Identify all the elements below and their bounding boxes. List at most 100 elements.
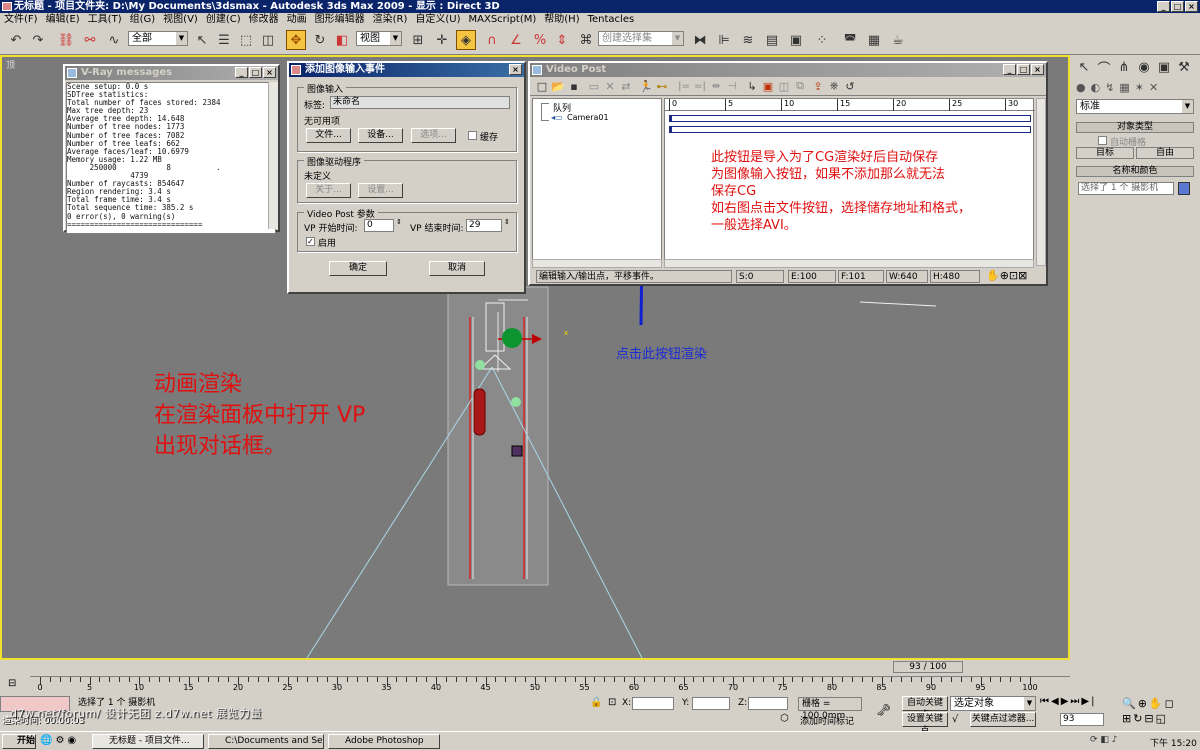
- vp-end-input[interactable]: 29: [466, 219, 502, 232]
- dialog-close-button[interactable]: ×: [509, 64, 522, 75]
- add-image-output-event-icon[interactable]: ⇪: [810, 78, 826, 94]
- name-color-rollout[interactable]: 名称和颜色: [1076, 166, 1194, 177]
- options-button[interactable]: 选项...: [411, 128, 456, 143]
- create-category-icons[interactable]: ●◐↯▦✶✕: [1076, 81, 1194, 94]
- selection-region-icon[interactable]: ⬚: [236, 30, 256, 50]
- free-camera-button[interactable]: 自由: [1136, 147, 1194, 159]
- track-vscrollbar[interactable]: [1036, 98, 1046, 266]
- track-bar-toggle-icon[interactable]: ⊟: [8, 678, 16, 689]
- menu-item-12[interactable]: 帮助(H): [540, 13, 583, 27]
- mirror-icon[interactable]: ⧓: [690, 30, 710, 50]
- lock-selection-icon[interactable]: 🔒: [590, 697, 602, 708]
- reference-coord-dropdown[interactable]: 视图: [356, 31, 402, 46]
- edit-named-sets-icon[interactable]: ⌘: [576, 30, 596, 50]
- menu-item-8[interactable]: 图形编辑器: [311, 13, 369, 27]
- taskbar-task[interactable]: C:\Documents and Settin...: [208, 734, 324, 749]
- vp-start-spinner[interactable]: ⇕: [396, 218, 402, 226]
- select-by-name-icon[interactable]: ☰: [214, 30, 234, 50]
- delete-event-icon[interactable]: ✕: [602, 78, 618, 94]
- make-same-size-icon[interactable]: ⇹: [708, 78, 724, 94]
- menu-item-0[interactable]: 文件(F): [0, 13, 42, 27]
- timeline-ruler[interactable]: 0 5 10 15 20 25 30 35 40 45 50 55 60 65 70 75 80 85 90 95 10…: [30, 676, 1070, 694]
- setup-button[interactable]: 设置...: [358, 183, 403, 198]
- queue-tree[interactable]: 队列 ◂▭ Camera01: [532, 98, 662, 266]
- render-teapot-icon[interactable]: ☕: [888, 30, 908, 50]
- track-hscrollbar[interactable]: [664, 259, 1034, 268]
- menu-item-2[interactable]: 工具(T): [84, 13, 126, 27]
- unlink-icon[interactable]: ⚯: [80, 30, 100, 50]
- event-label-input[interactable]: 未命名: [330, 96, 510, 109]
- redo-icon[interactable]: ↷: [28, 30, 48, 50]
- minimize-button[interactable]: _: [1157, 1, 1170, 12]
- add-external-event-icon[interactable]: ⎈: [826, 78, 842, 94]
- vp-start-input[interactable]: 0: [364, 219, 394, 232]
- auto-key-button[interactable]: 自动关键点: [902, 696, 948, 720]
- select-manipulate-icon[interactable]: ✛: [432, 30, 452, 50]
- add-image-input-event-icon[interactable]: ▣: [760, 78, 776, 94]
- add-time-tag[interactable]: 添加时间标记: [800, 714, 854, 727]
- auto-grid-checkbox[interactable]: [1098, 136, 1107, 145]
- time-slider[interactable]: 93 / 100: [893, 661, 963, 673]
- queue-hscrollbar[interactable]: [532, 259, 662, 268]
- object-category-dropdown[interactable]: 标准: [1076, 99, 1194, 114]
- vp-maximize-button[interactable]: □: [1017, 64, 1030, 75]
- link-icon[interactable]: ⛓: [56, 30, 76, 50]
- object-color-swatch[interactable]: [1178, 182, 1190, 195]
- align-right-icon[interactable]: =|: [692, 78, 708, 94]
- absolute-mode-icon[interactable]: ⊡: [608, 697, 616, 708]
- vray-window-title[interactable]: V-Ray messages _ □ ×: [65, 66, 278, 80]
- vray-log-scrollbar[interactable]: [268, 82, 278, 229]
- vp-minimize-button[interactable]: _: [1003, 64, 1016, 75]
- tray-icons[interactable]: ⟳ ◧ ♪: [1090, 735, 1118, 745]
- taskbar-task[interactable]: Adobe Photoshop: [328, 734, 440, 749]
- quick-launch-icons[interactable]: 🌐⚙◉: [40, 735, 79, 746]
- viewport-nav-icons[interactable]: 🔍⊕✋◻ ⊞↻⊟◱: [1122, 696, 1198, 728]
- add-image-filter-event-icon[interactable]: ◫: [776, 78, 792, 94]
- about-button[interactable]: 关于...: [306, 183, 351, 198]
- edit-range-bar-icon[interactable]: ⊷: [654, 78, 670, 94]
- spinner-snap-icon[interactable]: ⇕: [552, 30, 572, 50]
- angle-snap-icon[interactable]: ∠: [506, 30, 526, 50]
- maximize-button[interactable]: □: [1171, 1, 1184, 12]
- z-coordinate-input[interactable]: [748, 697, 788, 710]
- add-scene-event-icon[interactable]: ↳: [744, 78, 760, 94]
- files-button[interactable]: 文件...: [306, 128, 351, 143]
- set-key-icon[interactable]: 🗝: [876, 703, 891, 717]
- menu-item-6[interactable]: 修改器: [245, 13, 283, 27]
- menu-item-4[interactable]: 视图(V): [159, 13, 202, 27]
- menu-item-10[interactable]: 自定义(U): [411, 13, 464, 27]
- dialog-title-bar[interactable]: 添加图像输入事件 ×: [289, 63, 524, 77]
- enable-checkbox[interactable]: ✓: [306, 237, 315, 246]
- percent-snap-icon[interactable]: %: [530, 30, 550, 50]
- taskbar-task[interactable]: 无标题 - 项目文件...: [92, 734, 204, 749]
- ok-button[interactable]: 确定: [329, 261, 387, 276]
- keyboard-shortcut-icon[interactable]: ◈: [456, 30, 476, 50]
- align-left-icon[interactable]: |=: [676, 78, 692, 94]
- utilities-tab-icon[interactable]: ⚒: [1176, 57, 1192, 77]
- vp-pan-zoom-icons[interactable]: ✋⊕⊡⊠: [986, 269, 1027, 282]
- key-mode-dropdown[interactable]: 选定对象: [950, 696, 1036, 711]
- execute-sequence-icon[interactable]: 🏃: [638, 78, 654, 94]
- start-button[interactable]: 开始: [2, 734, 36, 749]
- named-selection-sets-dropdown[interactable]: 创建选择集: [598, 31, 684, 46]
- hierarchy-tab-icon[interactable]: ⋔: [1116, 57, 1132, 77]
- create-tab-icon[interactable]: ↖: [1076, 57, 1092, 77]
- save-sequence-icon[interactable]: ▪: [566, 78, 582, 94]
- range-track-area[interactable]: 0 5 10 15 20 25 30 此按钮是导入为了CG渲染好后自动保存 为图像输入按钮，如…: [664, 98, 1035, 266]
- add-image-layer-event-icon[interactable]: ⧉: [792, 78, 808, 94]
- layer-manager-icon[interactable]: ≋: [738, 30, 758, 50]
- menu-item-13[interactable]: Tentacles: [584, 13, 639, 27]
- modify-tab-icon[interactable]: ⌒: [1096, 57, 1112, 77]
- menu-item-9[interactable]: 渲染(R): [369, 13, 412, 27]
- rendered-frame-window-icon[interactable]: ▦: [864, 30, 884, 50]
- queue-range-bar[interactable]: [669, 115, 1031, 122]
- camera-event-label[interactable]: Camera01: [567, 113, 609, 122]
- devices-button[interactable]: 设备...: [358, 128, 403, 143]
- menu-item-1[interactable]: 编辑(E): [42, 13, 84, 27]
- current-frame-input[interactable]: 93: [1060, 713, 1104, 726]
- pivot-center-icon[interactable]: ⊞: [408, 30, 428, 50]
- snaps-toggle-icon[interactable]: ∩: [482, 30, 502, 50]
- scale-icon[interactable]: ◧: [332, 30, 352, 50]
- menu-item-5[interactable]: 创建(C): [202, 13, 245, 27]
- menu-item-7[interactable]: 动画: [283, 13, 311, 27]
